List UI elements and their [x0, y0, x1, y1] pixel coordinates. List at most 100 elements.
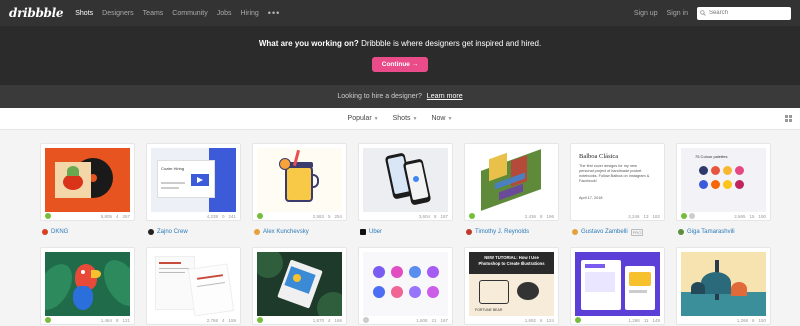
nav-hiring[interactable]: Hiring [241, 10, 259, 17]
likes-count: 124 [546, 318, 554, 323]
sign-up-link[interactable]: Sign up [634, 10, 658, 17]
avatar [678, 229, 684, 235]
shot-title: Cozier Hiring [161, 166, 185, 171]
filter-popular[interactable]: Popular ▼ [348, 115, 379, 122]
shot-card[interactable]: Balboa Clásica The first cover designs f… [570, 143, 665, 221]
filter-now-label: Now [431, 115, 446, 122]
rebound-icon [257, 213, 263, 219]
hero-question: What are you working on? [258, 39, 359, 48]
views-count: 2,768 [206, 318, 218, 323]
likes-count: 166 [334, 318, 342, 323]
views-count: 2,583 [312, 214, 324, 219]
shot-author[interactable]: Timothy J. Reynolds [466, 227, 529, 237]
shot-date: April 17, 2018 [579, 196, 603, 200]
nav-shots[interactable]: Shots [75, 10, 93, 17]
avatar [148, 229, 154, 235]
hero-tagline: Dribbble is where designers get inspired… [361, 39, 542, 48]
shot-author[interactable]: Uber [360, 227, 382, 237]
rebound-icon [575, 317, 581, 323]
search-icon [700, 10, 706, 16]
author-name: Uber [369, 229, 383, 235]
avatar [42, 229, 48, 235]
nav-community[interactable]: Community [172, 10, 207, 17]
comments-count: 0 [221, 214, 225, 219]
shot-caption: FORTUNE BEAR [475, 308, 503, 312]
nav-jobs[interactable]: Jobs [217, 10, 232, 17]
shot-thumbnail: Cozier Hiring [151, 148, 236, 212]
comments-count: 4 [221, 318, 225, 323]
views-count: 5,805 [100, 214, 112, 219]
comments-count: 4 [327, 318, 331, 323]
likes-count: 159 [228, 318, 236, 323]
dribbble-logo[interactable]: dribbble [9, 6, 64, 20]
comments-count: 21 [431, 318, 437, 323]
filter-bar: Popular ▼ Shots ▼ Now ▼ [0, 108, 800, 130]
shot-card[interactable]: 1,670 4 166 [252, 247, 347, 325]
continue-button[interactable]: Continue → [371, 57, 429, 72]
hire-text: Looking to hire a designer? [337, 93, 422, 100]
shot-card[interactable]: 75 Colour palettes 2,665 15 190 [676, 143, 771, 221]
likes-count: 187 [440, 214, 448, 219]
filter-now[interactable]: Now ▼ [431, 115, 452, 122]
comments-count: 6 [751, 318, 755, 323]
shot-stats: 1,464 8 121 [45, 317, 130, 324]
shot-thumbnail [363, 252, 448, 316]
shot-thumbnail: 75 Colour palettes [681, 148, 766, 212]
rebound-icon [257, 317, 263, 323]
shot-author[interactable]: Alex Kunchevsky [254, 227, 309, 237]
likes-count: 190 [758, 214, 766, 219]
shot-stats: 5,805 4 267 [45, 213, 130, 220]
likes-count: 150 [758, 318, 766, 323]
shot-card[interactable]: 2,583 5 254 [252, 143, 347, 221]
nav-designers[interactable]: Designers [102, 10, 134, 17]
views-count: 2,665 [734, 214, 746, 219]
shot-title: NEW TUTORIAL: How I Use Photoshop to Cre… [478, 255, 545, 266]
filter-shots[interactable]: Shots ▼ [393, 115, 418, 122]
rebound-icon [45, 213, 51, 219]
shot-author[interactable]: Gustavo Zambelli PRO [572, 227, 644, 237]
comments-count: 8 [115, 318, 119, 323]
likes-count: 254 [334, 214, 342, 219]
shot-card[interactable]: 1,464 8 121 [40, 247, 135, 325]
hero-text: What are you working on? Dribbble is whe… [0, 39, 800, 48]
views-count: 1,268 [736, 318, 748, 323]
likes-count: 121 [122, 318, 130, 323]
shot-card[interactable]: Cozier Hiring 4,239 0 241 [146, 143, 241, 221]
grid-view-icon[interactable] [785, 115, 792, 122]
hire-bar: Looking to hire a designer? Learn more [0, 85, 800, 108]
comments-count: 4 [115, 214, 119, 219]
views-count: 1,266 [628, 318, 640, 323]
shot-thumbnail [45, 252, 130, 316]
search-box[interactable] [697, 6, 791, 20]
shot-author[interactable]: Zajno Crew [148, 227, 188, 237]
search-input[interactable] [708, 10, 788, 16]
views-count: 1,608 [416, 318, 428, 323]
likes-count: 182 [652, 214, 660, 219]
shot-card[interactable]: NEW TUTORIAL: How I Use Photoshop to Cre… [464, 247, 559, 325]
shot-author[interactable]: Giga Tamarashvili [678, 227, 735, 237]
likes-count: 241 [228, 214, 236, 219]
sign-in-link[interactable]: Sign in [667, 10, 688, 17]
shot-thumbnail: NEW TUTORIAL: How I Use Photoshop to Cre… [469, 252, 554, 316]
views-count: 4,239 [206, 214, 218, 219]
shot-stats: 1,670 4 166 [257, 317, 342, 324]
shot-stats: 2,246 13 182 [575, 213, 660, 220]
shot-card[interactable]: 3,604 8 187 [358, 143, 453, 221]
more-menu-icon[interactable]: ••• [268, 8, 280, 18]
shot-card[interactable]: 1,268 6 150 [676, 247, 771, 325]
learn-more-link[interactable]: Learn more [427, 93, 463, 100]
shot-card[interactable]: 2,436 8 196 [464, 143, 559, 221]
shot-card[interactable]: 2,768 4 159 [146, 247, 241, 325]
shot-card[interactable]: 5,805 4 267 [40, 143, 135, 221]
avatar [360, 229, 366, 235]
avatar [466, 229, 472, 235]
nav-teams[interactable]: Teams [143, 10, 164, 17]
pro-badge: PRO [630, 228, 644, 236]
shot-author[interactable]: DKNG [42, 227, 68, 237]
shot-stats: 4,239 0 241 [151, 213, 236, 220]
shot-thumbnail [257, 252, 342, 316]
shot-thumbnail [151, 252, 236, 316]
comments-count: 15 [749, 214, 755, 219]
shot-card[interactable]: 1,266 11 149 [570, 247, 665, 325]
shot-card[interactable]: 1,608 21 167 [358, 247, 453, 325]
